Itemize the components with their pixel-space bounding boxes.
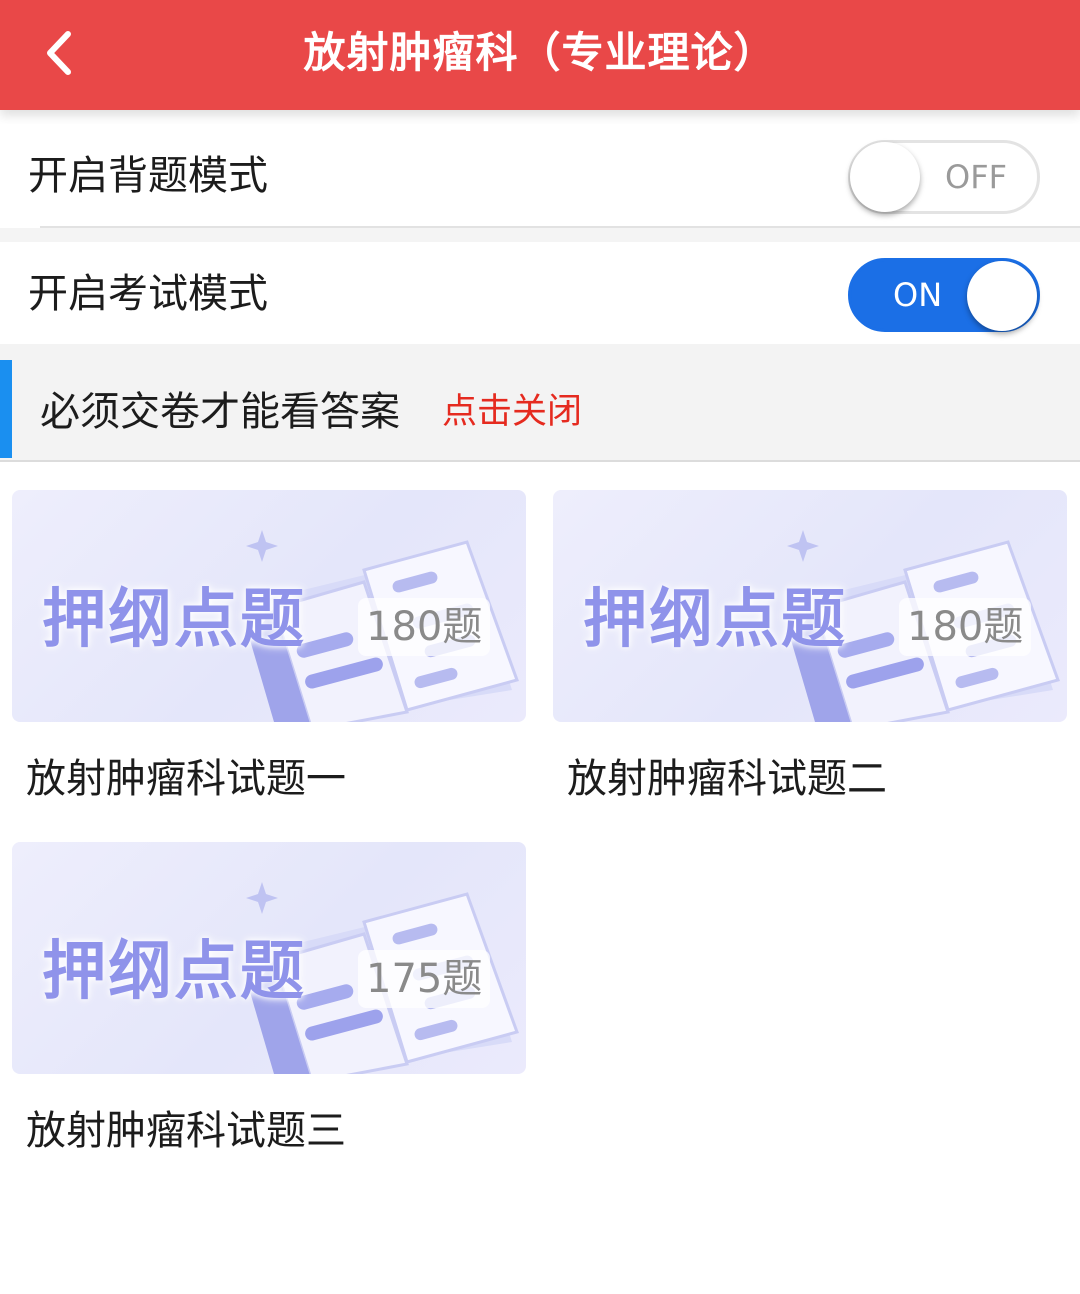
exam-card-2[interactable]: 押纲点题 180题 放射肿瘤科试题二 — [553, 490, 1067, 802]
page-title: 放射肿瘤科（专业理论） — [303, 28, 777, 77]
close-notice-link[interactable]: 点击关闭 — [442, 344, 582, 480]
toggle-state-text: ON — [893, 276, 943, 314]
card-title: 放射肿瘤科试题二 — [567, 756, 887, 802]
notice-accent-bar — [0, 360, 12, 458]
thumbnail-title: 押纲点题 — [42, 583, 306, 657]
card-thumbnail: 押纲点题 180题 — [12, 490, 526, 722]
question-count-badge: 180题 — [899, 598, 1032, 656]
toggle-state-text: OFF — [945, 158, 1007, 196]
toggle-knob — [850, 142, 920, 212]
app-header: 放射肿瘤科（专业理论） — [0, 0, 1080, 110]
setting-label: 开启考试模式 — [28, 271, 268, 317]
setting-row-recite-mode: 开启背题模式 OFF — [0, 124, 1080, 228]
toggle-knob — [967, 261, 1037, 331]
section-gap — [0, 228, 1080, 242]
thumbnail-title: 押纲点题 — [42, 935, 306, 1009]
notice-bar: 必须交卷才能看答案 点击关闭 — [0, 344, 1080, 462]
exam-mode-toggle[interactable]: ON — [848, 258, 1040, 332]
setting-row-exam-mode: 开启考试模式 ON — [0, 242, 1080, 346]
card-thumbnail: 押纲点题 175题 — [12, 842, 526, 1074]
exam-card-3[interactable]: 押纲点题 175题 放射肿瘤科试题三 — [12, 842, 526, 1154]
notice-text: 必须交卷才能看答案 — [40, 389, 400, 435]
card-thumbnail: 押纲点题 180题 — [553, 490, 1067, 722]
recite-mode-toggle[interactable]: OFF — [848, 140, 1040, 214]
card-title: 放射肿瘤科试题三 — [26, 1108, 346, 1154]
exam-card-1[interactable]: 押纲点题 180题 放射肿瘤科试题一 — [12, 490, 526, 802]
thumbnail-title: 押纲点题 — [583, 583, 847, 657]
question-count-badge: 175题 — [358, 950, 491, 1008]
setting-label: 开启背题模式 — [28, 153, 268, 199]
question-count-badge: 180题 — [358, 598, 491, 656]
card-title: 放射肿瘤科试题一 — [26, 756, 346, 802]
